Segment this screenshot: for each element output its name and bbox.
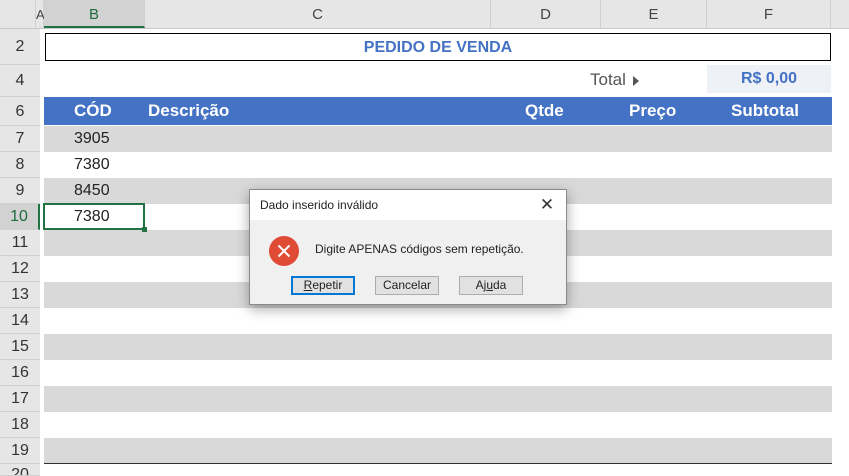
table-row[interactable] [44,386,832,412]
column-header-d[interactable]: D [491,0,601,28]
table-row[interactable]: 3905 [44,126,832,152]
column-header-c[interactable]: C [145,0,491,28]
header-descricao[interactable]: Descrição [148,97,229,125]
table-row[interactable] [44,334,832,360]
invalid-data-dialog: Dado inserido inválido ✕ Digite APENAS c… [249,189,567,305]
cod-cell[interactable]: 3905 [74,126,110,152]
row-header-8[interactable]: 8 [0,152,40,178]
total-label: Total [590,68,678,92]
table-row[interactable] [44,308,832,334]
row-header-4[interactable]: 4 [0,65,40,97]
table-row[interactable] [44,438,832,464]
cod-cell[interactable]: 8450 [74,178,110,204]
cod-cell[interactable]: 7380 [74,152,110,178]
table-header-row: CÓD Descrição Qtde Preço Subtotal [44,97,832,125]
table-row[interactable]: 7380 [44,152,832,178]
arrow-right-icon [632,75,639,86]
repetir-button[interactable]: Repetir [291,276,355,295]
row-header-10[interactable]: 10 [0,204,40,230]
column-header-a[interactable]: A [36,0,45,28]
dialog-title: Dado inserido inválido [260,198,379,212]
total-label-text: Total [590,70,626,89]
header-qtde[interactable]: Qtde [525,97,564,125]
column-header-b[interactable]: B [44,0,145,28]
table-bottom-border [44,463,832,464]
ajuda-button[interactable]: Ajuda [459,276,523,295]
total-value-cell[interactable]: R$ 0,00 [707,65,831,93]
row-header-18[interactable]: 18 [0,412,40,438]
error-icon [269,236,299,266]
row-header-12[interactable]: 12 [0,256,40,282]
row-header-15[interactable]: 15 [0,334,40,360]
row-header-13[interactable]: 13 [0,282,40,308]
cancelar-button[interactable]: Cancelar [375,276,439,295]
row-header-11[interactable]: 11 [0,230,40,256]
column-header-f[interactable]: F [707,0,831,28]
table-row[interactable] [44,412,832,438]
dialog-titlebar[interactable]: Dado inserido inválido ✕ [250,190,566,220]
row-header-16[interactable]: 16 [0,360,40,386]
header-cod[interactable]: CÓD [74,97,112,125]
header-preco[interactable]: Preço [629,97,676,125]
row-header-7[interactable]: 7 [0,126,40,152]
row-header-9[interactable]: 9 [0,178,40,204]
error-icon-glyph [277,244,291,258]
row-header-14[interactable]: 14 [0,308,40,334]
spreadsheet-grid[interactable]: A B C D E F 2 4 6 7 8 9 10 11 12 13 14 1… [0,0,849,476]
fill-handle[interactable] [142,227,147,232]
table-row[interactable] [44,360,832,386]
active-cell-b10[interactable] [43,203,147,232]
row-header-20[interactable]: 20 [0,464,40,476]
row-header-2[interactable]: 2 [0,29,40,65]
order-title: PEDIDO DE VENDA [45,33,831,61]
row-header-19[interactable]: 19 [0,438,40,464]
close-icon[interactable]: ✕ [536,194,558,216]
column-header-bar: A B C D E F [0,0,849,29]
header-subtotal[interactable]: Subtotal [731,97,799,125]
column-header-e[interactable]: E [601,0,707,28]
row-header-6[interactable]: 6 [0,97,40,126]
row-header-17[interactable]: 17 [0,386,40,412]
dialog-message: Digite APENAS códigos sem repetição. [315,242,524,256]
select-all-corner[interactable] [0,0,36,28]
